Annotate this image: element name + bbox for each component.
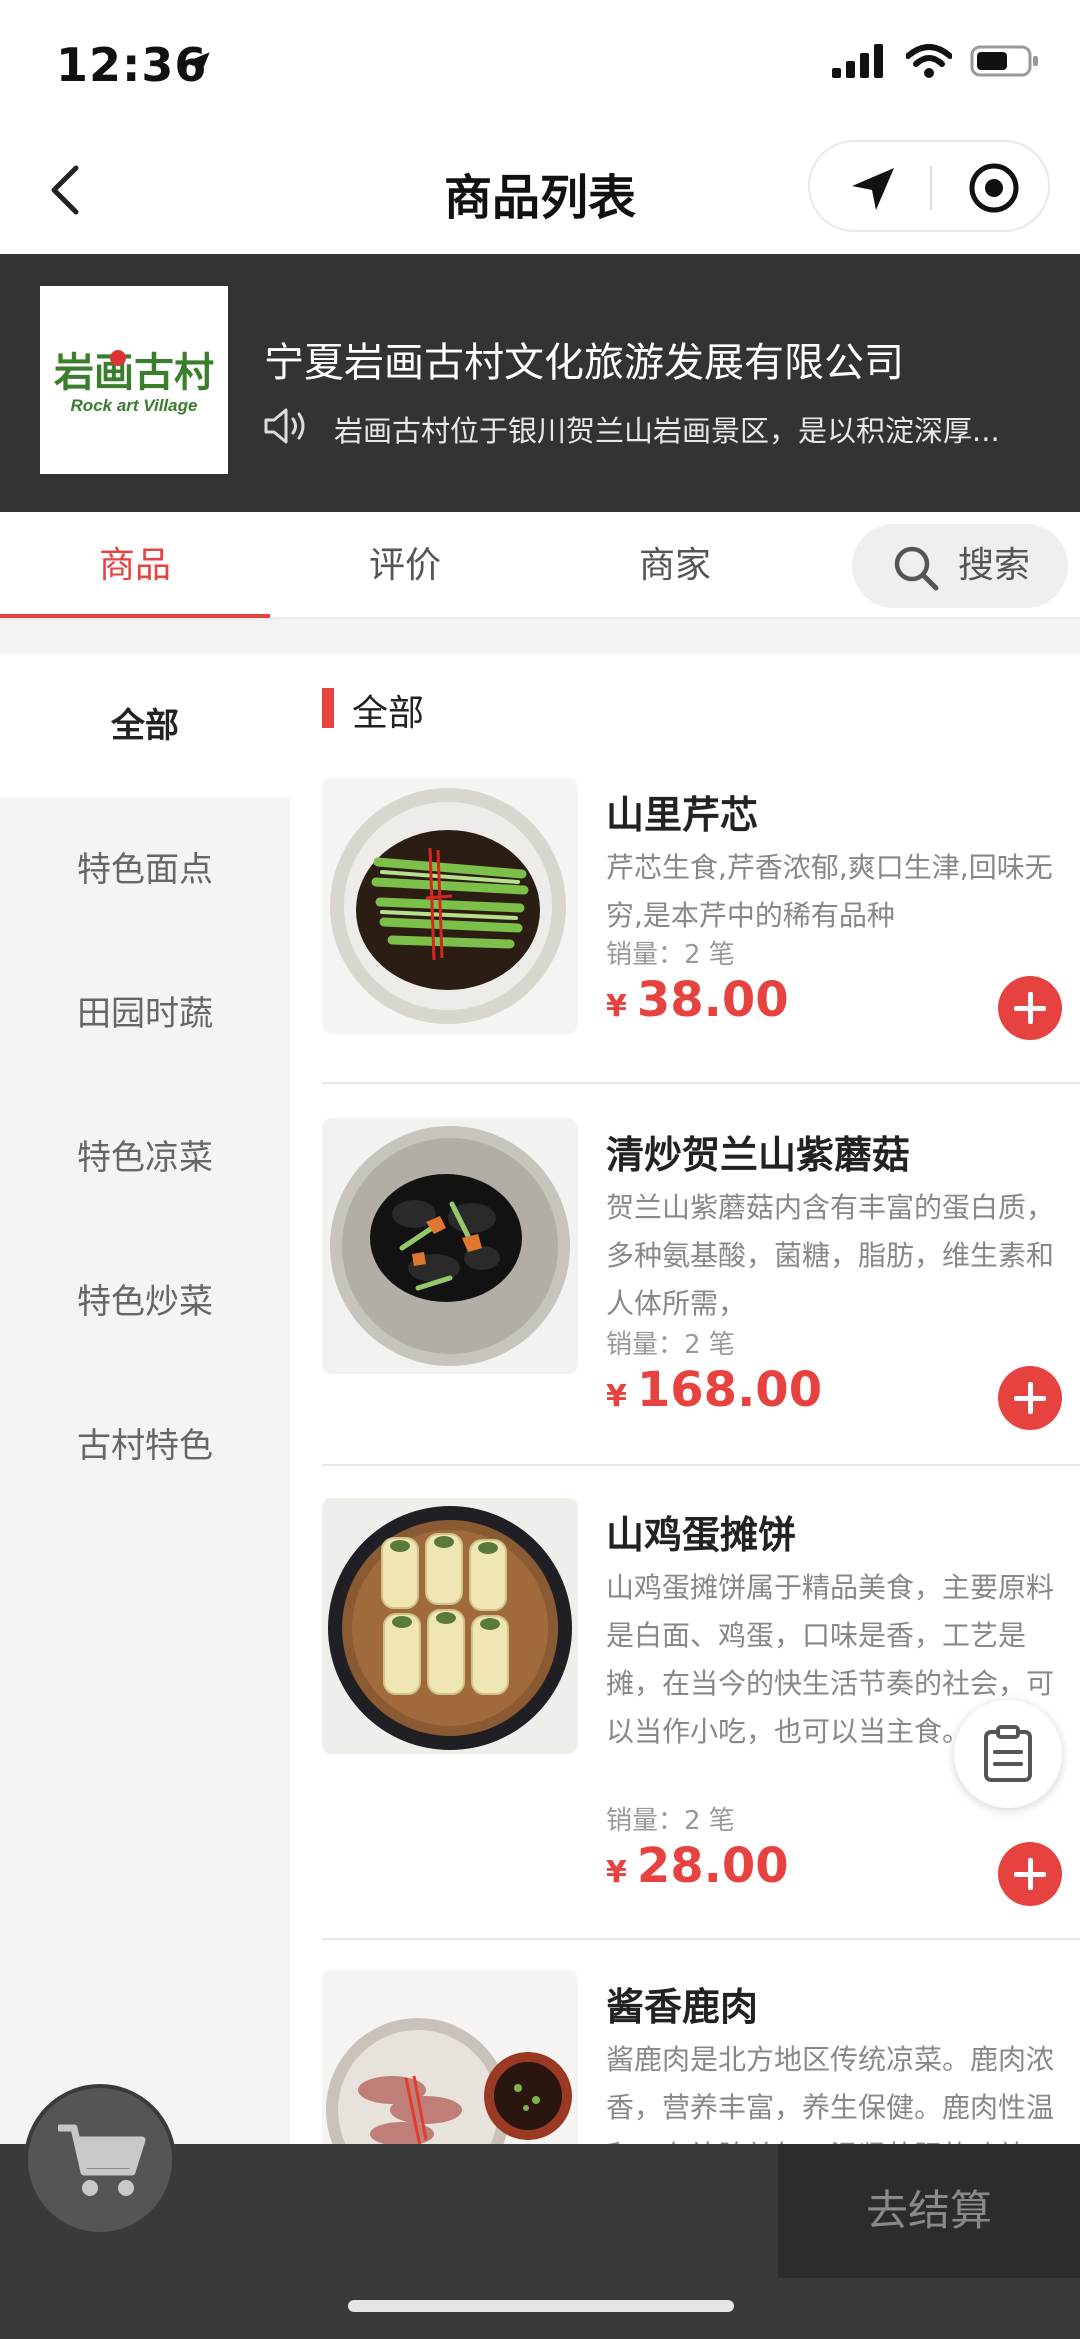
battery-icon [970, 45, 1038, 77]
sidebar-item-pastry[interactable]: 特色面点 [0, 798, 290, 942]
price-value: 38.00 [636, 972, 789, 1028]
add-to-cart-button[interactable] [998, 1366, 1062, 1430]
product-price: ¥38.00 [606, 972, 789, 1028]
shop-name: 宁夏岩画古村文化旅游发展有限公司 [264, 340, 904, 386]
product-price: ¥168.00 [606, 1362, 822, 1418]
product-description: 酱鹿肉是北方地区传统凉菜。鹿肉浓香，营养丰富，养生保健。鹿肉性温和，有补脾益气、… [606, 2043, 1055, 2144]
shop-header: 岩画古村 Rock art Village 宁夏岩画古村文化旅游发展有限公司 岩… [0, 254, 1080, 512]
product-divider [322, 1464, 1080, 1466]
price-value: 168.00 [636, 1362, 823, 1418]
status-bar: 12:36 [0, 0, 1080, 130]
shop-logo: 岩画古村 Rock art Village [40, 286, 228, 474]
checkout-button[interactable]: 去结算 [778, 2144, 1080, 2278]
speaker-icon [264, 408, 305, 444]
tab-merchant[interactable]: 商家 [540, 512, 810, 620]
tab-bar: 商品 评价 商家 搜索 [0, 512, 1080, 620]
sidebar-item-vegetables[interactable]: 田园时蔬 [0, 942, 290, 1086]
product-name: 酱香鹿肉 [606, 1985, 759, 2029]
search-label: 搜索 [958, 545, 1031, 586]
currency-symbol: ¥ [606, 1379, 627, 1414]
category-sidebar: 全部 特色面点 田园时蔬 特色凉菜 特色炒菜 古村特色 [0, 654, 290, 2144]
product-name: 山鸡蛋摊饼 [606, 1513, 797, 1557]
price-value: 28.00 [636, 1838, 789, 1894]
product-divider [322, 1938, 1080, 1940]
product-item[interactable]: 酱香鹿肉 酱鹿肉是北方地区传统凉菜。鹿肉浓香，营养丰富，养生保健。鹿肉性温和，有… [322, 1970, 1080, 2144]
sidebar-item-village-specialty[interactable]: 古村特色 [0, 1374, 290, 1518]
sidebar-item-stir-fry[interactable]: 特色炒菜 [0, 1230, 290, 1374]
product-sales: 销量：2 笔 [606, 940, 735, 970]
clipboard-icon [984, 1725, 1032, 1782]
currency-symbol: ¥ [606, 989, 627, 1024]
cart-icon [58, 2124, 146, 2196]
shop-notice[interactable]: 岩画古村位于银川贺兰山岩画景区，是以积淀深厚... [334, 408, 1024, 450]
product-name: 山里芹芯 [606, 793, 759, 837]
add-to-cart-button[interactable] [998, 1842, 1062, 1906]
tab-active-indicator [0, 614, 270, 618]
product-item[interactable]: 清炒贺兰山紫蘑菇 贺兰山紫蘑菇内含有丰富的蛋白质，多种氨基酸，菌糖，脂肪，维生素… [322, 1118, 1080, 1430]
product-image[interactable] [322, 778, 578, 1034]
logo-dot-icon [110, 350, 126, 366]
signal-icon [832, 44, 883, 78]
product-description: 芹芯生食,芹香浓郁,爽口生津,回味无穷,是本芹中的稀有品种 [606, 851, 1053, 932]
logo-text-en: Rock art Village [71, 396, 198, 415]
product-sales: 销量：2 笔 [606, 1806, 735, 1836]
section-gap [0, 620, 1080, 654]
capsule-divider [930, 166, 932, 210]
product-image[interactable] [322, 1498, 578, 1754]
product-name: 清炒贺兰山紫蘑菇 [606, 1133, 911, 1177]
cart-button[interactable] [24, 2084, 176, 2236]
search-icon [894, 546, 939, 591]
sidebar-item-all[interactable]: 全部 [0, 654, 290, 798]
product-list: 全部 山里芹芯 芹芯生食,芹香浓郁,爽口生津,回味无穷,是本芹中的稀有品种 销量… [290, 654, 1080, 2144]
product-divider [322, 1082, 1080, 1084]
product-sales: 销量：2 笔 [606, 1330, 735, 1360]
currency-symbol: ¥ [606, 1855, 627, 1890]
mini-program-capsule [808, 140, 1050, 232]
product-image[interactable] [322, 1118, 578, 1374]
location-arrow-icon [184, 52, 210, 78]
section-title: 全部 [352, 693, 425, 734]
add-to-cart-button[interactable] [998, 976, 1062, 1040]
sidebar-item-cold-dishes[interactable]: 特色凉菜 [0, 1086, 290, 1230]
navigation-icon[interactable] [848, 164, 898, 214]
section-accent-bar [322, 688, 334, 728]
logo-text-cn: 岩画古村 [54, 351, 214, 395]
order-list-button[interactable] [954, 1700, 1062, 1808]
product-item[interactable]: 山里芹芯 芹芯生食,芹香浓郁,爽口生津,回味无穷,是本芹中的稀有品种 销量：2 … [322, 778, 1080, 1040]
home-indicator [348, 2300, 734, 2312]
record-close-icon[interactable] [968, 162, 1020, 214]
product-image[interactable] [322, 1970, 578, 2144]
tab-products[interactable]: 商品 [0, 512, 270, 620]
status-indicators [832, 44, 1040, 78]
product-price: ¥28.00 [606, 1838, 789, 1894]
nav-bar: 商品列表 [0, 130, 1080, 254]
product-item[interactable]: 山鸡蛋摊饼 山鸡蛋摊饼属于精品美食，主要原料是白面、鸡蛋，口味是香，工艺是摊，在… [322, 1498, 1080, 1918]
tab-reviews[interactable]: 评价 [270, 512, 540, 620]
search-button[interactable]: 搜索 [852, 524, 1068, 608]
product-description: 贺兰山紫蘑菇内含有丰富的蛋白质，多种氨基酸，菌糖，脂肪，维生素和人体所需， [606, 1191, 1055, 1320]
wifi-icon [906, 44, 952, 78]
